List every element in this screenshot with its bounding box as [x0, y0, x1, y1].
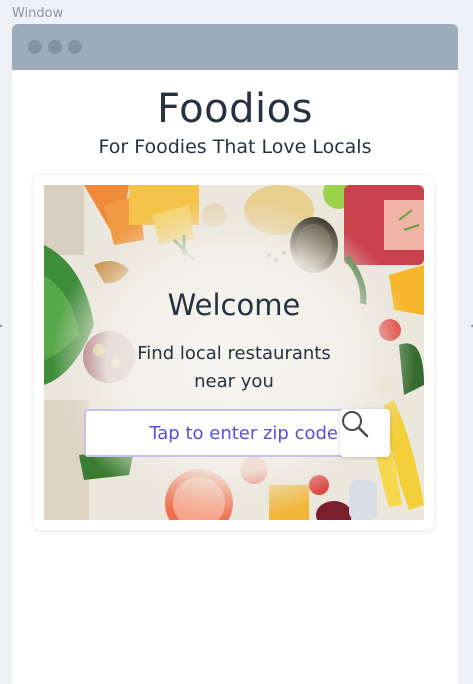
- window-titlebar[interactable]: [12, 24, 458, 70]
- search-button[interactable]: [340, 409, 390, 457]
- resize-handle-left[interactable]: ▸: [0, 318, 3, 332]
- window-minimize-button[interactable]: [48, 40, 62, 54]
- app-window: Foodios For Foodies That Love Locals Wel…: [12, 24, 458, 684]
- hero-card: Welcome Find local restaurants near you: [34, 175, 434, 530]
- zip-code-input[interactable]: [86, 411, 342, 455]
- window-close-button[interactable]: [28, 40, 42, 54]
- hero-banner: Welcome Find local restaurants near you: [44, 185, 424, 520]
- window-label: Window: [12, 6, 64, 21]
- hero-tagline: Find local restaurants near you: [137, 343, 331, 392]
- zip-search-box: [84, 409, 390, 457]
- window-maximize-button[interactable]: [68, 40, 82, 54]
- welcome-heading: Welcome: [167, 288, 301, 322]
- app-title: Foodios: [157, 86, 313, 132]
- app-subtitle: For Foodies That Love Locals: [98, 136, 372, 158]
